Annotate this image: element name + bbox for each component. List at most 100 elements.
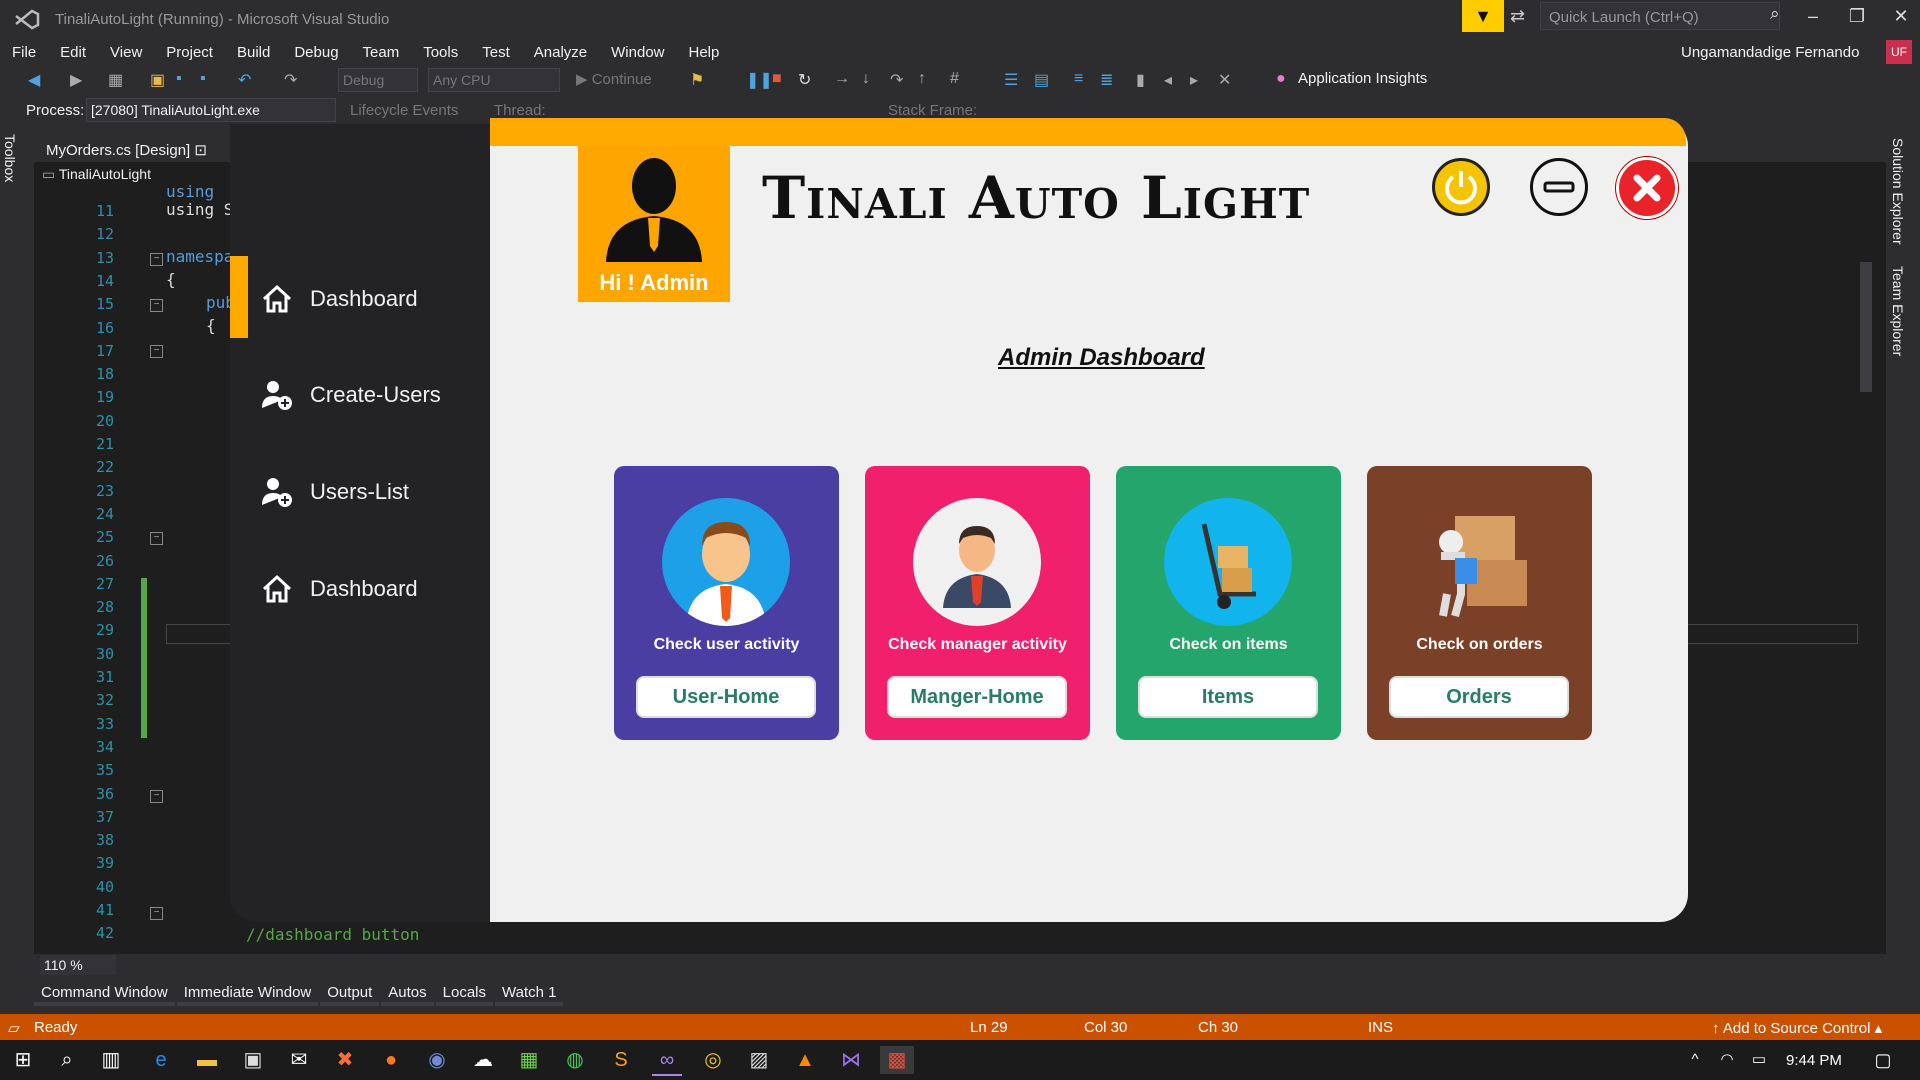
nav-create-users[interactable]: Create-Users	[260, 370, 480, 420]
discord-icon[interactable]: ◉	[422, 1046, 452, 1074]
nav-dashboard-2[interactable]: Dashboard	[260, 564, 480, 614]
outdent-icon[interactable]: ≡	[1074, 70, 1083, 88]
document-tab[interactable]: MyOrders.cs [Design] ⊡	[34, 136, 230, 162]
manager-home-button[interactable]: Manger-Home	[887, 676, 1067, 718]
menu-team[interactable]: Team	[351, 44, 412, 61]
menu-project[interactable]: Project	[154, 44, 225, 61]
search-icon[interactable]: ⌕	[1770, 4, 1780, 24]
search-icon[interactable]: ⌕	[52, 1046, 82, 1074]
pin-icon[interactable]: ⊡	[194, 142, 207, 159]
step-into-icon[interactable]: ↓	[862, 70, 870, 88]
lifecycle-events-select[interactable]: Lifecycle Events	[350, 102, 458, 119]
bookmark-icon[interactable]: ▮	[1136, 70, 1145, 90]
step-out-icon[interactable]: ↑	[918, 70, 926, 88]
whatsapp-icon[interactable]: ◍	[560, 1046, 590, 1074]
team-explorer-tab[interactable]: Team Explorer	[1890, 266, 1906, 356]
open-folder-icon[interactable]: ▣	[150, 70, 165, 90]
configuration-select[interactable]: Debug	[338, 68, 418, 92]
menu-tools[interactable]: Tools	[411, 44, 470, 61]
show-next-statement-icon[interactable]: →	[834, 70, 850, 88]
running-app-icon[interactable]: ▩	[880, 1046, 914, 1074]
feedback-icon[interactable]: ⇄	[1510, 6, 1525, 27]
menu-analyze[interactable]: Analyze	[522, 44, 599, 61]
xampp-icon[interactable]: ✖	[330, 1046, 360, 1074]
edge-browser-icon[interactable]: e	[146, 1046, 176, 1074]
wifi-icon[interactable]: ◠	[1712, 1046, 1742, 1074]
vlc-icon[interactable]: ▲	[790, 1046, 820, 1074]
source-control-button[interactable]: ↑ Add to Source Control ▴	[1712, 1019, 1882, 1037]
file-explorer-icon[interactable]: ▬	[192, 1046, 222, 1074]
prev-bookmark-icon[interactable]: ◂	[1164, 70, 1172, 90]
zoom-level-select[interactable]: 110 %	[40, 955, 116, 975]
indent-icon[interactable]: ≣	[1100, 70, 1113, 90]
fold-toggle[interactable]: −	[150, 532, 163, 545]
nav-users-list[interactable]: Users-List	[260, 467, 480, 517]
close-app-button[interactable]	[1616, 157, 1678, 219]
new-project-icon[interactable]: ▦	[108, 70, 123, 90]
menu-view[interactable]: View	[98, 44, 154, 61]
next-bookmark-icon[interactable]: ▸	[1190, 70, 1198, 90]
type-navigation-select[interactable]: ▭ TinaliAutoLight	[42, 166, 151, 183]
platform-select[interactable]: Any CPU	[428, 68, 560, 92]
editor-vertical-scrollbar[interactable]	[1856, 182, 1876, 942]
fold-toggle[interactable]: −	[150, 253, 163, 266]
menu-help[interactable]: Help	[677, 44, 732, 61]
minimize-app-button[interactable]	[1530, 158, 1588, 216]
visual-studio-alt-icon[interactable]: ⋈	[836, 1046, 866, 1074]
menu-edit[interactable]: Edit	[48, 44, 98, 61]
hex-display-icon[interactable]: #	[950, 70, 959, 88]
firefox-icon[interactable]: ●	[376, 1046, 406, 1074]
tab-immediate-window[interactable]: Immediate Window	[176, 980, 319, 1006]
phpstorm-icon[interactable]: ▨	[744, 1046, 774, 1074]
scrollbar-thumb[interactable]	[1860, 262, 1872, 392]
restore-window-button[interactable]: ❐	[1840, 6, 1874, 27]
save-icon[interactable]: ▪	[176, 70, 182, 88]
align-icon[interactable]: ☰	[1004, 70, 1018, 90]
tray-chevron-icon[interactable]: ^	[1680, 1046, 1710, 1074]
fold-toggle[interactable]: −	[150, 790, 163, 803]
minimize-window-button[interactable]: –	[1796, 6, 1830, 27]
tab-command-window[interactable]: Command Window	[34, 980, 175, 1006]
clear-bookmarks-icon[interactable]: ✕	[1218, 70, 1231, 90]
tab-locals[interactable]: Locals	[435, 980, 494, 1006]
undo-icon[interactable]: ↶	[238, 70, 251, 90]
visual-studio-icon[interactable]: ∞	[652, 1046, 682, 1076]
save-all-icon[interactable]: ▪	[200, 70, 206, 88]
continue-button[interactable]: ▶ Continue	[576, 70, 652, 88]
system-clock[interactable]: 9:44 PM	[1786, 1052, 1842, 1069]
office-icon[interactable]: ▦	[514, 1046, 544, 1074]
store-icon[interactable]: ▣	[238, 1046, 268, 1074]
process-icon[interactable]: ⚑	[690, 70, 704, 90]
task-view-icon[interactable]: ▥	[96, 1046, 126, 1074]
tab-output[interactable]: Output	[320, 980, 380, 1006]
menu-build[interactable]: Build	[225, 44, 282, 61]
user-avatar[interactable]: UF	[1886, 40, 1912, 64]
toolbox-tab[interactable]: Toolbox	[2, 134, 18, 182]
close-window-button[interactable]: ✕	[1884, 6, 1918, 27]
process-select[interactable]: [27080] TinaliAutoLight.exe	[86, 98, 336, 122]
pause-icon[interactable]: ❚❚	[746, 70, 773, 90]
battery-icon[interactable]: ▭	[1744, 1046, 1774, 1074]
items-button[interactable]: Items	[1138, 676, 1318, 718]
layout-icon[interactable]: ▤	[1034, 70, 1049, 90]
stop-icon[interactable]: ■	[772, 70, 782, 88]
step-over-icon[interactable]: ↷	[890, 70, 903, 90]
quick-launch-input[interactable]: Quick Launch (Ctrl+Q)	[1540, 2, 1780, 30]
notification-filter-button[interactable]: ▼	[1462, 0, 1504, 32]
logout-power-button[interactable]	[1432, 158, 1490, 216]
fold-toggle[interactable]: −	[150, 299, 163, 312]
chrome-icon[interactable]: ◎	[698, 1046, 728, 1074]
restart-icon[interactable]: ↻	[798, 70, 811, 90]
orders-button[interactable]: Orders	[1389, 676, 1569, 718]
solution-explorer-tab[interactable]: Solution Explorer	[1890, 138, 1906, 245]
user-home-button[interactable]: User-Home	[636, 676, 816, 718]
nav-dashboard[interactable]: Dashboard	[260, 274, 480, 324]
forward-icon[interactable]: ▶	[70, 70, 82, 90]
user-name[interactable]: Ungamandadige Fernando	[1681, 44, 1859, 61]
tab-autos[interactable]: Autos	[381, 980, 434, 1006]
menu-debug[interactable]: Debug	[282, 44, 350, 61]
fold-toggle[interactable]: −	[150, 907, 163, 920]
notifications-icon[interactable]: ▢	[1868, 1046, 1898, 1074]
application-insights-button[interactable]: Application Insights	[1298, 70, 1427, 87]
sublime-text-icon[interactable]: S	[606, 1046, 636, 1074]
